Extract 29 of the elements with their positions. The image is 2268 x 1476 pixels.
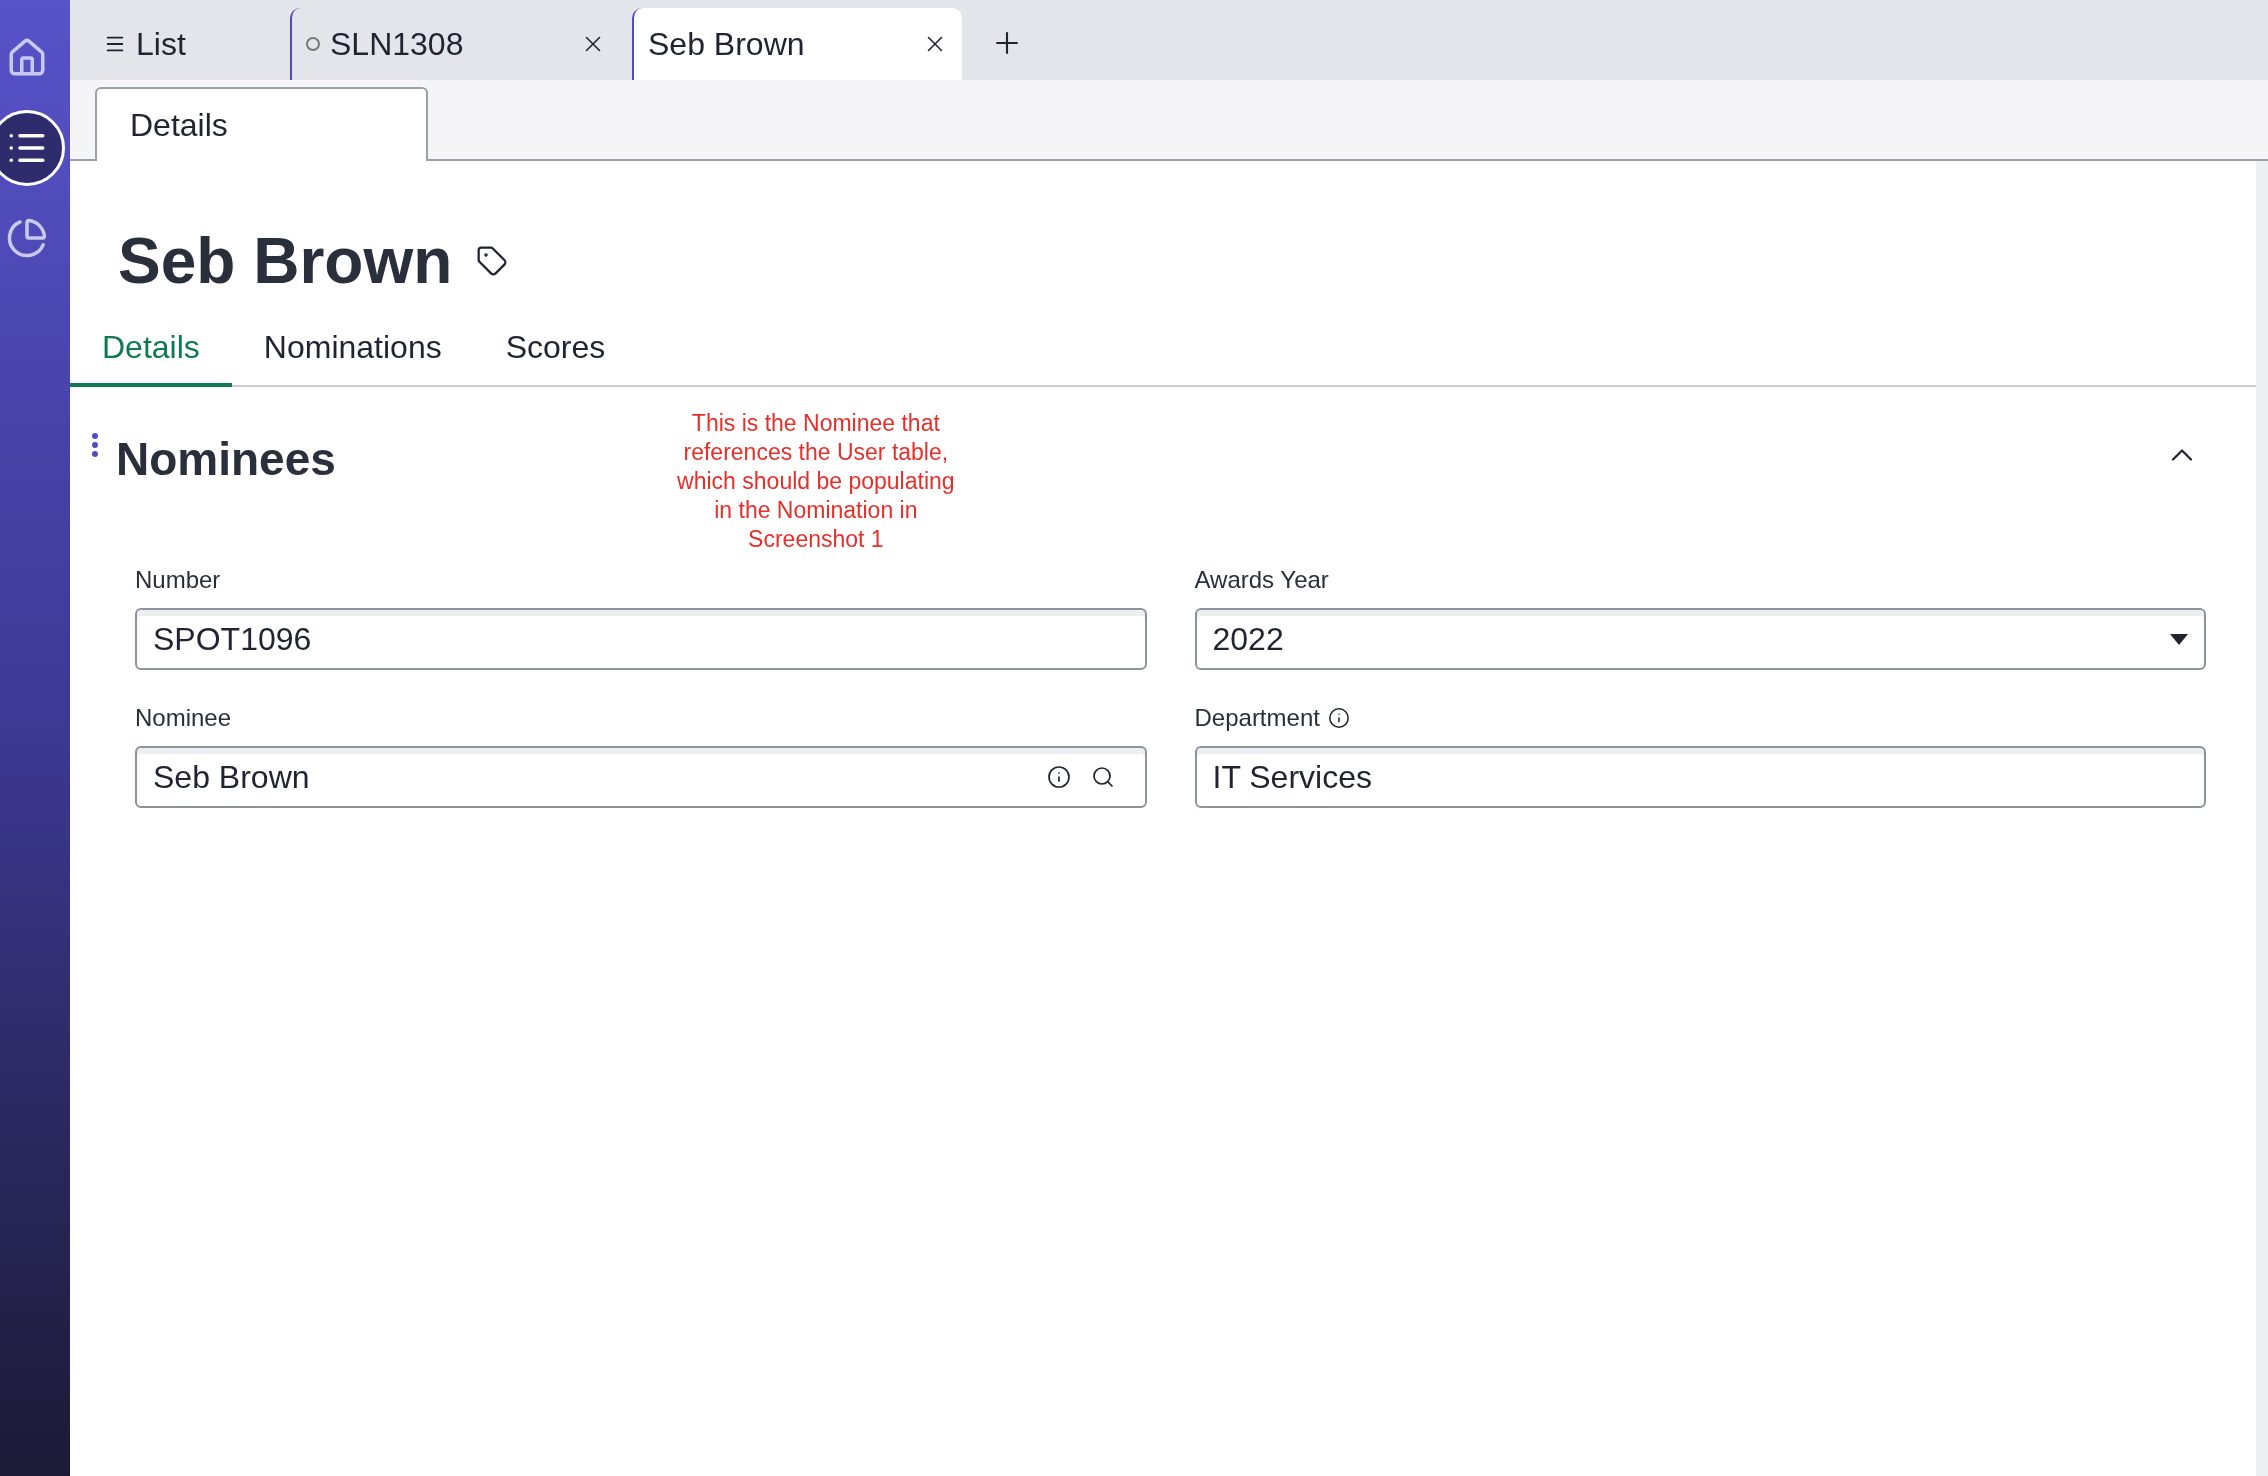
tab-label: SLN1308 <box>330 25 464 64</box>
home-icon <box>6 37 48 79</box>
input-field[interactable]: IT Services <box>1194 746 2206 808</box>
workspace-tab[interactable]: Seb Brown <box>632 8 962 80</box>
section-tab[interactable]: Details <box>70 323 232 387</box>
tab-label: List <box>136 25 186 64</box>
reference-field[interactable]: Seb Brown <box>135 746 1147 808</box>
record-title: Seb Brown <box>118 224 453 299</box>
input-field[interactable]: SPOT1096 <box>135 608 1147 670</box>
select-field[interactable]: 2022 <box>1194 608 2206 670</box>
field-label: Awards Year <box>1194 565 1329 595</box>
field-label: Number <box>135 565 221 595</box>
section-tab[interactable]: Scores <box>473 323 638 387</box>
form-tab[interactable]: Details <box>95 87 428 161</box>
field-label: Nominee <box>135 703 232 733</box>
dropdown-caret-icon <box>2170 633 2188 645</box>
more-options-icon <box>92 433 98 457</box>
search-icon <box>1090 765 1115 789</box>
field-label: Department <box>1194 703 1320 733</box>
section-tab[interactable]: Nominations <box>231 323 474 387</box>
sidebar-button[interactable] <box>0 110 65 186</box>
info-icon <box>1327 707 1350 729</box>
chart-icon <box>6 217 48 259</box>
workspace-tab[interactable]: List <box>90 8 290 80</box>
annotation-text: This is the Nominee that references the User table, which should be populating in the Nomination in Screenshot 1 <box>676 409 956 554</box>
tab-label: Seb Brown <box>648 25 805 64</box>
tag-icon <box>476 245 509 277</box>
section-title: Nominees <box>116 432 336 487</box>
info-icon <box>1046 765 1071 789</box>
